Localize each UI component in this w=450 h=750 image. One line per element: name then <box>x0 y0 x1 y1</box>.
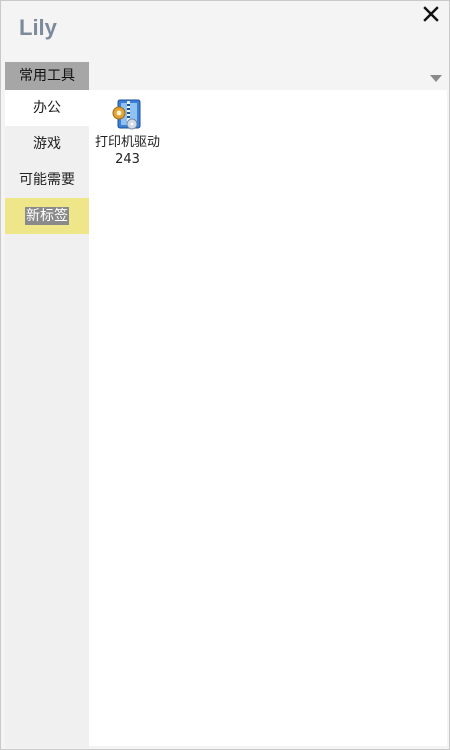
app-list-panel: 打印机驱动 243 <box>89 90 447 746</box>
sidebar-item-office[interactable]: 办公 <box>5 90 89 126</box>
sidebar-item-games[interactable]: 游戏 <box>5 126 89 162</box>
new-tab-label-input[interactable]: 新标签 <box>25 207 69 225</box>
app-tile-printer-driver[interactable]: 打印机驱动 243 <box>95 98 160 168</box>
app-window: Lily 常用工具 办公 游戏 可能需要 新标签 打印机驱动 243 <box>0 0 450 750</box>
triangle-down-icon <box>430 75 442 82</box>
sidebar-item-new-tab[interactable]: 新标签 <box>5 198 89 234</box>
app-title: Lily <box>19 15 57 40</box>
app-tile-name: 打印机驱动 <box>95 135 161 150</box>
category-sidebar: 常用工具 办公 游戏 可能需要 新标签 <box>5 62 89 748</box>
category-dropdown-button[interactable] <box>429 69 443 82</box>
sidebar-header-common-tools[interactable]: 常用工具 <box>5 62 89 90</box>
close-icon <box>423 6 439 22</box>
sidebar-item-maybe-needed[interactable]: 可能需要 <box>5 162 89 198</box>
app-tile-count: 243 <box>115 152 140 167</box>
close-button[interactable] <box>421 4 441 24</box>
printer-driver-icon <box>112 99 140 130</box>
